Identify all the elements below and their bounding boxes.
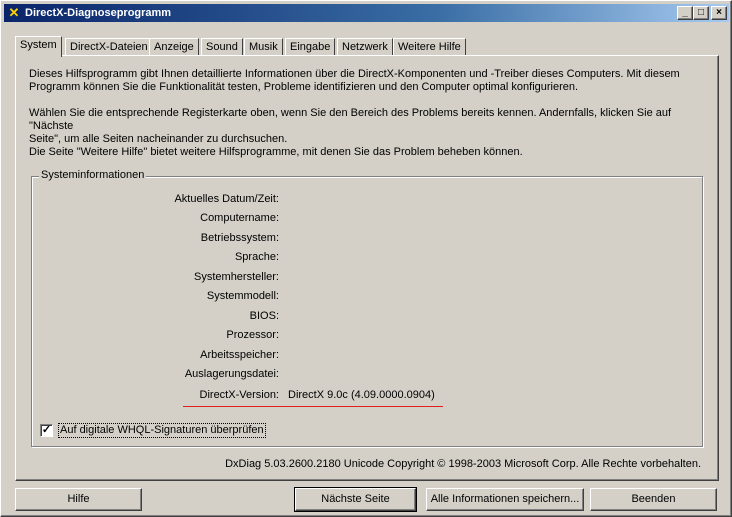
next-page-button[interactable]: Nächste Seite xyxy=(294,487,417,512)
tab-display[interactable]: Anzeige xyxy=(149,38,199,55)
title-bar[interactable]: ✕ DirectX-Diagnoseprogramm _ □ × xyxy=(4,4,729,22)
save-all-information-button[interactable]: Alle Informationen speichern... xyxy=(426,488,584,511)
system-manufacturer-label: Systemhersteller: xyxy=(194,271,279,283)
tab-music[interactable]: Musik xyxy=(244,38,283,55)
date-time-label: Aktuelles Datum/Zeit: xyxy=(174,193,279,205)
tab-directx-files[interactable]: DirectX-Dateien xyxy=(65,38,153,55)
tab-more-help[interactable]: Weitere Hilfe xyxy=(393,38,466,55)
directx-version-value: DirectX 9.0c (4.09.0000.0904) xyxy=(288,389,435,401)
computer-name-label: Computername: xyxy=(200,212,279,224)
maximize-button[interactable]: □ xyxy=(693,6,709,20)
whql-checkbox[interactable]: ✓ xyxy=(40,424,53,437)
intro-paragraph-2: Wählen Sie die entsprechende Registerkar… xyxy=(29,107,709,146)
system-info-title: Systeminformationen xyxy=(39,169,147,182)
minimize-button[interactable]: _ xyxy=(677,6,693,20)
intro-p1-line1: Dieses Hilfsprogramm gibt Ihnen detailli… xyxy=(29,68,680,80)
tab-system[interactable]: System xyxy=(15,36,62,57)
page-file-label: Auslagerungsdatei: xyxy=(184,368,279,380)
intro-paragraph-1: Dieses Hilfsprogramm gibt Ihnen detailli… xyxy=(29,68,709,94)
directx-version-highlight-underline xyxy=(183,406,443,407)
intro-paragraph-3: Die Seite "Weitere Hilfe" bietet weitere… xyxy=(29,146,523,158)
language-label: Sprache: xyxy=(234,251,279,263)
operating-system-label: Betriebssystem: xyxy=(200,232,279,244)
tab-input[interactable]: Eingabe xyxy=(285,38,336,55)
processor-label: Prozessor: xyxy=(226,329,279,341)
dxdiag-window: ✕ DirectX-Diagnoseprogramm _ □ × System … xyxy=(0,0,732,517)
tab-sound[interactable]: Sound xyxy=(201,38,243,55)
window-title: DirectX-Diagnoseprogramm xyxy=(25,7,172,19)
bios-label: BIOS: xyxy=(249,310,279,322)
whql-checkbox-label[interactable]: Auf digitale WHQL-Signaturen überprüfen xyxy=(58,423,266,438)
copyright-text: DxDiag 5.03.2600.2180 Unicode Copyright … xyxy=(225,458,701,470)
memory-label: Arbeitsspeicher: xyxy=(200,349,279,361)
tab-network[interactable]: Netzwerk xyxy=(337,38,393,55)
close-button[interactable]: × xyxy=(711,6,727,20)
intro-p2-line2: Seite", um alle Seiten nacheinander zu d… xyxy=(29,133,288,145)
intro-p1-line2: Programm können Sie die Funktionalität t… xyxy=(29,81,579,93)
exit-button[interactable]: Beenden xyxy=(590,488,717,511)
system-model-label: Systemmodell: xyxy=(206,290,279,302)
help-button[interactable]: Hilfe xyxy=(15,488,142,511)
directx-version-label: DirectX-Version: xyxy=(199,389,279,401)
directx-x-icon: ✕ xyxy=(8,5,20,20)
intro-p2-line1: Wählen Sie die entsprechende Registerkar… xyxy=(29,107,672,132)
